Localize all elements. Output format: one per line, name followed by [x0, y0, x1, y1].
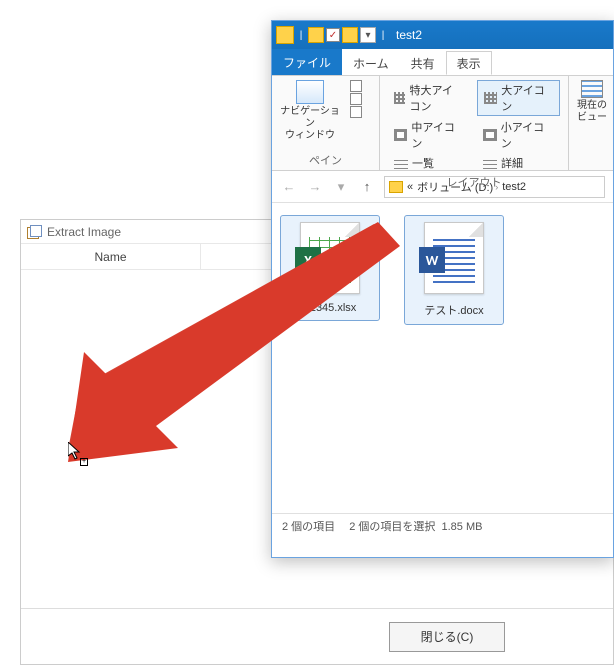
- recent-dropdown[interactable]: ▾: [332, 178, 350, 196]
- forward-button[interactable]: →: [306, 178, 324, 196]
- layout-large-icons[interactable]: 大アイコン: [477, 80, 560, 116]
- pane-check3[interactable]: [350, 106, 362, 118]
- close-button[interactable]: 閉じる(C): [389, 622, 505, 652]
- status-count: 2 個の項目: [282, 518, 335, 534]
- column-name[interactable]: Name: [21, 244, 201, 269]
- layout-details[interactable]: 詳細: [477, 154, 560, 172]
- layout-list[interactable]: 一覧: [388, 154, 469, 172]
- qat-folder-icon[interactable]: [342, 27, 358, 43]
- explorer-titlebar[interactable]: | ✓ ▾ | test2: [272, 21, 613, 49]
- layout-xl-icons[interactable]: 特大アイコン: [388, 80, 469, 116]
- tab-share[interactable]: 共有: [400, 51, 446, 75]
- address-input[interactable]: « ボリューム (D:)› test2: [384, 176, 605, 198]
- folder-icon: [276, 26, 294, 44]
- nav-pane-label: ナビゲーション ウィンドウ: [280, 106, 340, 142]
- crumb-ellipsis: «: [407, 181, 413, 193]
- status-bar: 2 個の項目 2 個の項目を選択 1.85 MB: [272, 513, 613, 537]
- up-button[interactable]: ↑: [358, 178, 376, 196]
- list-icon: [394, 157, 408, 169]
- crumb-folder[interactable]: test2: [502, 181, 526, 193]
- nav-pane-icon: [296, 80, 324, 104]
- status-selected: 2 個の項目を選択 1.85 MB: [349, 518, 482, 534]
- ribbon-body: ナビゲーション ウィンドウ ペイン 特大アイコン 大アイコン 中アイコン 小アイ…: [272, 75, 613, 171]
- layout-small-icons[interactable]: 小アイコン: [477, 118, 560, 152]
- file-item-docx[interactable]: W テスト.docx: [404, 215, 504, 325]
- copy-plus-icon: +: [80, 458, 88, 466]
- file-name-1: テスト.docx: [424, 302, 483, 318]
- pane-check2[interactable]: [350, 93, 362, 105]
- address-bar: ← → ▾ ↑ « ボリューム (D:)› test2: [272, 171, 613, 203]
- xl-icons-icon: [394, 92, 405, 104]
- medium-icons-icon: [394, 129, 407, 141]
- qat-sep2-icon: |: [378, 30, 388, 41]
- extract-title-text: Extract Image: [47, 225, 121, 239]
- tab-home[interactable]: ホーム: [342, 51, 400, 75]
- pane-group-label: ペイン: [280, 150, 371, 168]
- large-icons-icon: [484, 92, 497, 104]
- tab-view[interactable]: 表示: [446, 51, 492, 75]
- file-item-xlsx[interactable]: X 12345.xlsx: [280, 215, 380, 321]
- details-icon: [483, 157, 497, 169]
- current-view-button[interactable]: 現在の ビュー: [577, 80, 607, 124]
- back-button[interactable]: ←: [280, 178, 298, 196]
- excel-file-icon: X: [300, 222, 360, 294]
- word-badge-icon: W: [419, 247, 445, 273]
- qat-dropdown-icon[interactable]: ▾: [360, 27, 376, 43]
- layout-medium-icons[interactable]: 中アイコン: [388, 118, 469, 152]
- small-icons-icon: [483, 129, 497, 141]
- nav-pane-button[interactable]: ナビゲーション ウィンドウ: [280, 80, 340, 142]
- button-bar: 閉じる(C): [21, 608, 613, 664]
- qat-check-icon[interactable]: ✓: [326, 28, 340, 42]
- explorer-window: | ✓ ▾ | test2 ファイル ホーム 共有 表示 ナビゲーション ウィン…: [271, 20, 614, 558]
- current-view-label: 現在の ビュー: [577, 100, 607, 124]
- address-folder-icon: [389, 181, 403, 193]
- crumb-volume[interactable]: ボリューム (D:)›: [417, 179, 498, 195]
- qat-open-icon[interactable]: [308, 27, 324, 43]
- ribbon-tabs: ファイル ホーム 共有 表示: [272, 49, 613, 75]
- current-view-icon: [581, 80, 603, 98]
- pane-check1[interactable]: [350, 80, 362, 92]
- window-title: test2: [396, 28, 422, 42]
- extract-app-icon: [27, 225, 41, 239]
- file-name-0: 12345.xlsx: [304, 302, 357, 314]
- word-file-icon: W: [424, 222, 484, 294]
- tab-file[interactable]: ファイル: [272, 49, 342, 75]
- qat-sep-icon: |: [296, 30, 306, 41]
- file-list[interactable]: X 12345.xlsx W テスト.docx: [272, 203, 613, 513]
- excel-badge-icon: X: [295, 247, 321, 273]
